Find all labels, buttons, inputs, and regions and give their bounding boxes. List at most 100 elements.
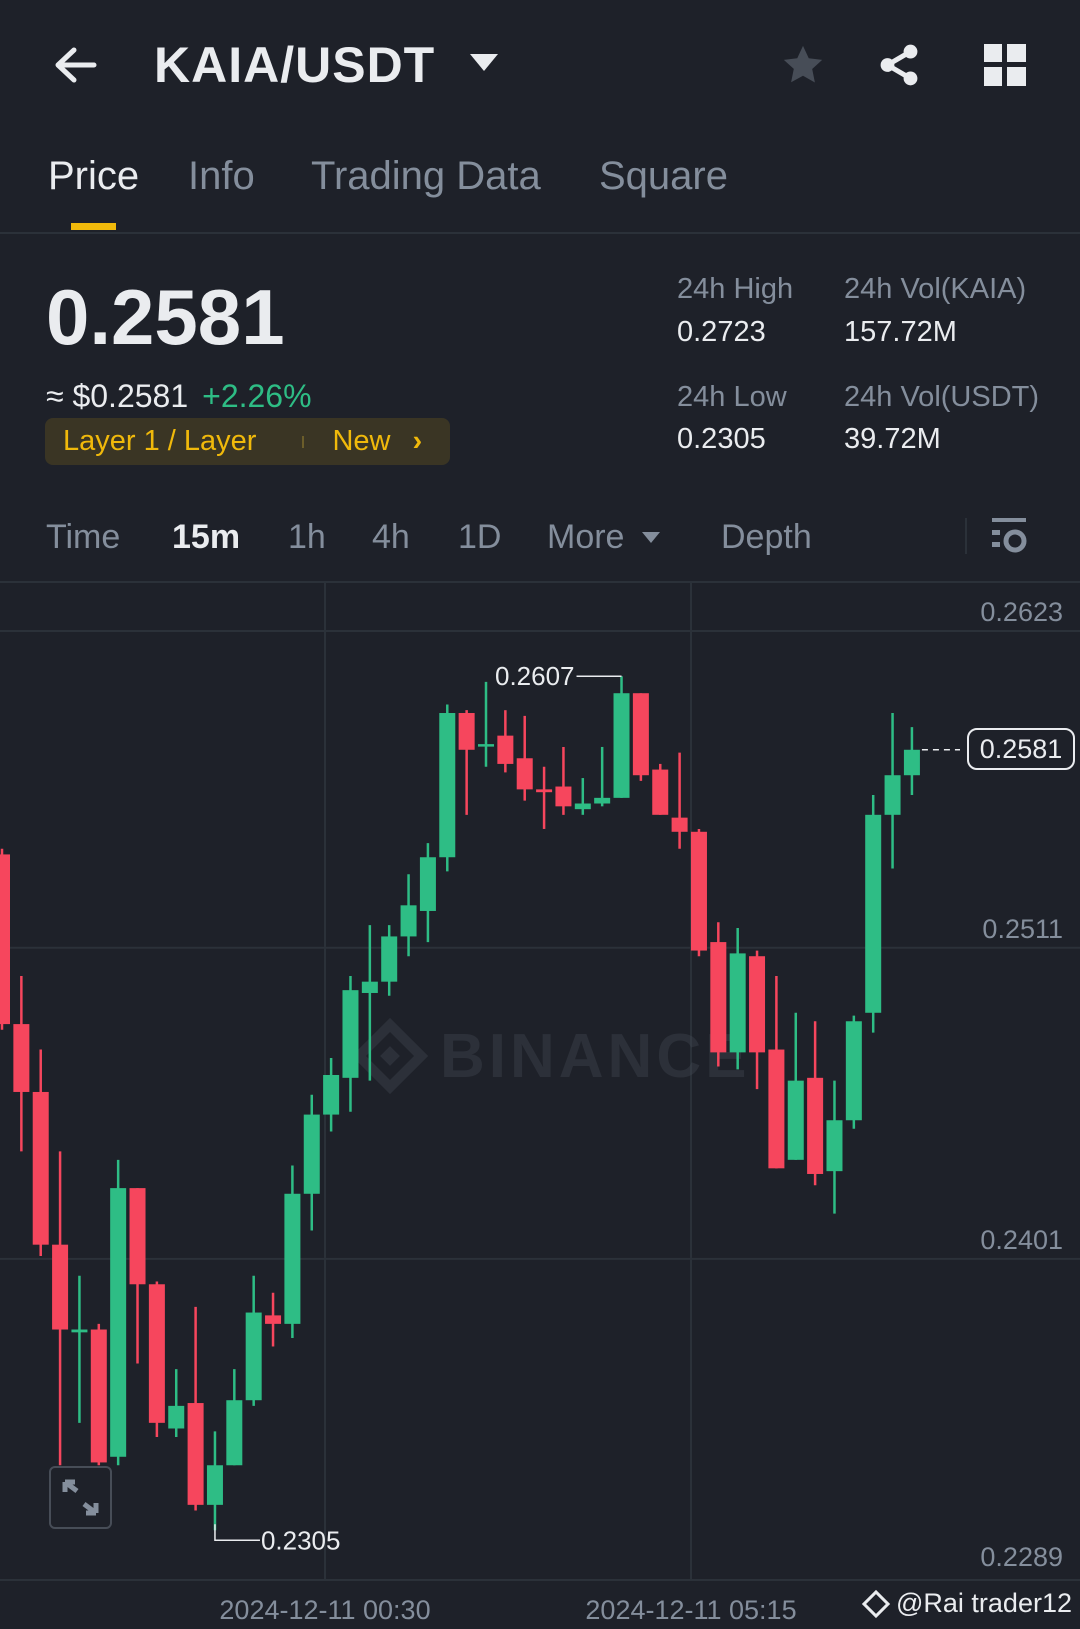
candle (749, 950, 766, 1090)
candle (671, 752, 688, 849)
candle-body (749, 956, 766, 1053)
candlestick-chart[interactable]: BINANCE 0.2607 0.2305 (0, 0, 1080, 1629)
y-tick-label: 0.2511 (982, 913, 1063, 944)
candle-body (478, 744, 494, 747)
watermark-text: BINANCE (440, 1022, 750, 1091)
candle-body (90, 1329, 107, 1463)
max-price-label: 0.2607 (495, 661, 575, 691)
candle-body (13, 1024, 30, 1092)
candle-body (284, 1193, 301, 1324)
candle-body (32, 1091, 49, 1245)
candle-body (845, 1021, 862, 1121)
candle (729, 927, 746, 1070)
candle (284, 1165, 301, 1338)
candle (419, 843, 436, 943)
credit-text: @Rai trader12 (896, 1588, 1072, 1618)
candle (516, 715, 533, 801)
watermark: BINANCE (351, 1017, 750, 1095)
candle (690, 828, 707, 957)
candle (787, 1012, 804, 1160)
fullscreen-button[interactable] (49, 1466, 112, 1529)
candle-body (807, 1077, 824, 1174)
candle-body (52, 1244, 69, 1330)
candle-body (826, 1120, 843, 1172)
candle (245, 1275, 262, 1406)
candle-body (652, 769, 669, 815)
x-tick-label: 2024-12-11 00:30 (219, 1595, 431, 1625)
candle (768, 976, 785, 1169)
candle (148, 1281, 165, 1437)
candle (652, 763, 669, 815)
candle-body (71, 1329, 88, 1333)
candle (865, 795, 882, 1033)
candle-body (787, 1080, 804, 1160)
candle (342, 976, 359, 1112)
candle (845, 1015, 862, 1129)
candle-body (439, 713, 456, 858)
expand-icon (62, 1479, 99, 1516)
candle-body (400, 905, 417, 937)
candle (303, 1094, 320, 1231)
candle-body (245, 1312, 262, 1401)
candle-body (110, 1188, 127, 1457)
candle-body (729, 953, 746, 1053)
candle-body (206, 1465, 223, 1505)
candle-body (148, 1284, 165, 1423)
candle (632, 693, 649, 781)
candle (458, 710, 475, 815)
candle (555, 746, 572, 815)
candle-body (226, 1400, 243, 1466)
candle (32, 1049, 49, 1256)
candle (13, 976, 30, 1152)
candle-body (632, 693, 649, 776)
binance-logo-icon (861, 1589, 891, 1618)
y-tick-label: 0.2401 (980, 1224, 1063, 1255)
candle-body (168, 1405, 185, 1429)
candle (439, 704, 456, 872)
candle (903, 727, 920, 796)
candle-body (187, 1403, 204, 1505)
y-tick-label: 0.2289 (980, 1541, 1063, 1572)
candle-body (129, 1188, 146, 1285)
credit-watermark: @Rai trader12 (861, 1588, 1072, 1619)
candle-body (865, 814, 882, 1013)
last-price-tag[interactable]: 0.2581 (967, 728, 1075, 770)
min-marker-line (214, 1524, 260, 1542)
candle-body (265, 1315, 282, 1324)
candle (594, 746, 611, 807)
candle (884, 713, 901, 869)
candle-body (497, 735, 514, 764)
candle (613, 676, 630, 798)
candle (71, 1275, 88, 1423)
candle-body (536, 789, 553, 793)
candle-body (419, 857, 436, 911)
candle (187, 1306, 204, 1511)
candle (826, 1080, 843, 1214)
candle-body (342, 990, 359, 1078)
candle-body (516, 758, 533, 790)
candle (710, 922, 727, 1067)
candle (129, 1188, 146, 1364)
candle-body (303, 1114, 320, 1194)
candle (90, 1323, 107, 1466)
candle-body (903, 749, 920, 776)
candle (265, 1292, 282, 1347)
candle-body (0, 854, 10, 1025)
candle-body (361, 981, 378, 993)
min-price-label: 0.2305 (261, 1525, 341, 1555)
candle (478, 681, 494, 767)
candle (206, 1431, 223, 1531)
candle-body (594, 797, 611, 804)
candle (0, 848, 10, 1030)
last-price-tag-value: 0.2581 (979, 733, 1063, 764)
candle-body (768, 1049, 785, 1169)
candle-body (381, 936, 398, 982)
candle-body (323, 1074, 340, 1115)
candle (807, 1021, 824, 1186)
x-tick-label: 2024-12-11 05:15 (585, 1595, 797, 1625)
candle (574, 778, 591, 815)
candle (400, 874, 417, 957)
candle-body (555, 786, 572, 807)
candle (497, 710, 514, 773)
candle (52, 1151, 69, 1466)
